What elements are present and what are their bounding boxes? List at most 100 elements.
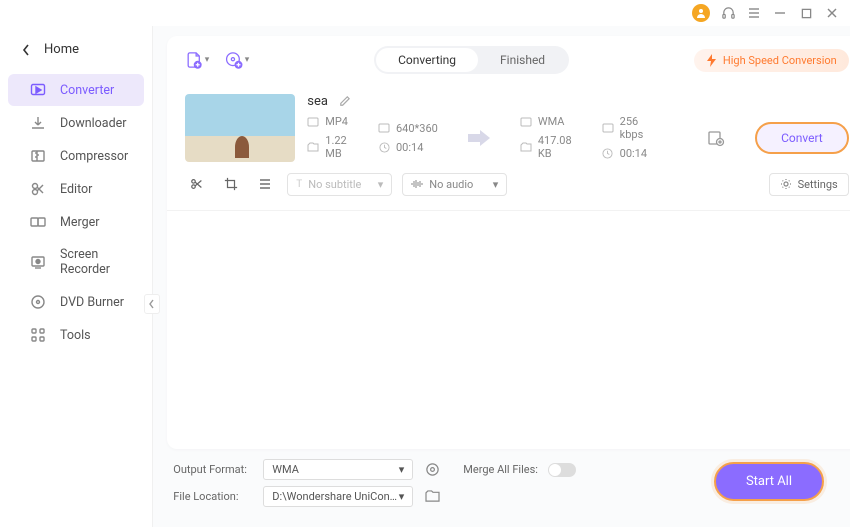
source-duration: 00:14 [396, 141, 423, 154]
compressor-icon [30, 148, 46, 164]
sidebar-item-label: Compressor [60, 149, 128, 164]
maximize-icon[interactable] [798, 5, 814, 21]
merger-icon [30, 214, 46, 230]
subtitle-icon: T [296, 179, 302, 190]
duration-icon [602, 148, 614, 160]
chevron-down-icon: ▾ [245, 55, 250, 65]
home-label: Home [44, 42, 79, 57]
size-icon [520, 141, 532, 153]
main-panel: ▾ ▾ Converting Finished High Speed [153, 26, 850, 527]
video-thumbnail[interactable] [185, 94, 295, 162]
file-card: sea MP4 1.22 MB 640*360 [185, 94, 848, 162]
sidebar-item-dvd-burner[interactable]: DVD Burner [8, 286, 144, 318]
sidebar-item-label: Converter [60, 83, 114, 98]
close-icon[interactable] [824, 5, 840, 21]
open-folder-icon[interactable] [423, 488, 441, 506]
sidebar: Home Converter Downloader Compressor Edi… [0, 26, 153, 527]
toolbar: ▾ ▾ Converting Finished High Speed [167, 36, 850, 84]
sidebar-item-label: DVD Burner [60, 295, 124, 310]
file-location-select[interactable]: D:\Wondershare UniConverter 1 ▾ [263, 486, 413, 507]
file-name: sea [307, 94, 328, 109]
source-format: MP4 [325, 115, 348, 128]
chevron-down-icon: ▾ [493, 178, 499, 191]
menu-icon[interactable] [746, 5, 762, 21]
subtitle-value: No subtitle [308, 178, 361, 191]
start-all-button[interactable]: Start All [714, 462, 824, 501]
chevron-down-icon: ▾ [378, 178, 384, 191]
gear-icon [780, 178, 792, 190]
output-format-value: WMA [272, 463, 299, 476]
sidebar-item-compressor[interactable]: Compressor [8, 140, 144, 172]
output-settings-icon[interactable] [707, 129, 725, 147]
file-list: sea MP4 1.22 MB 640*360 [167, 84, 850, 162]
source-resolution: 640*360 [396, 122, 438, 135]
back-chevron-icon [22, 44, 30, 56]
edit-name-icon[interactable] [338, 95, 351, 108]
file-controls: T No subtitle ▾ No audio ▾ Settings [167, 162, 850, 211]
audio-select[interactable]: No audio ▾ [402, 173, 507, 196]
format-settings-icon[interactable] [423, 461, 441, 479]
audio-value: No audio [429, 178, 473, 191]
add-dvd-button[interactable]: ▾ [225, 48, 249, 72]
editor-icon [30, 181, 46, 197]
target-bitrate: 256 kbps [620, 115, 647, 141]
home-button[interactable]: Home [0, 36, 152, 73]
sidebar-item-converter[interactable]: Converter [8, 74, 144, 106]
add-file-button[interactable]: ▾ [185, 48, 209, 72]
downloader-icon [30, 115, 46, 131]
format-icon [307, 116, 319, 128]
chevron-down-icon: ▾ [399, 463, 405, 476]
settings-button[interactable]: Settings [769, 173, 849, 196]
target-duration: 00:14 [620, 147, 647, 160]
crop-icon[interactable] [219, 172, 243, 196]
user-avatar-icon[interactable] [692, 4, 710, 22]
dvd-burner-icon [30, 294, 46, 310]
sidebar-item-label: Screen Recorder [60, 247, 128, 277]
high-speed-badge[interactable]: High Speed Conversion [694, 49, 849, 72]
target-size: 417.08 KB [538, 134, 572, 160]
bitrate-icon [602, 122, 614, 134]
screen-recorder-icon [30, 254, 46, 270]
subtitle-select[interactable]: T No subtitle ▾ [287, 173, 392, 196]
settings-label: Settings [798, 178, 838, 191]
trim-icon[interactable] [185, 172, 209, 196]
sidebar-item-editor[interactable]: Editor [8, 173, 144, 205]
duration-icon [378, 141, 390, 153]
collapse-sidebar-button[interactable] [144, 294, 160, 314]
sidebar-item-label: Merger [60, 215, 100, 230]
minimize-icon[interactable] [772, 5, 788, 21]
source-size: 1.22 MB [325, 134, 348, 160]
output-format-label: Output Format: [173, 463, 253, 476]
sidebar-item-merger[interactable]: Merger [8, 206, 144, 238]
sidebar-item-label: Tools [60, 328, 91, 343]
arrow-right-icon [468, 130, 490, 146]
tab-finished[interactable]: Finished [478, 48, 567, 72]
sidebar-item-label: Editor [60, 182, 92, 197]
effects-icon[interactable] [253, 172, 277, 196]
sidebar-item-tools[interactable]: Tools [8, 319, 144, 351]
convert-button[interactable]: Convert [755, 122, 849, 154]
merge-label: Merge All Files: [463, 463, 538, 476]
chevron-down-icon: ▾ [205, 55, 210, 65]
sidebar-item-screen-recorder[interactable]: Screen Recorder [8, 239, 144, 285]
titlebar [0, 0, 850, 26]
file-location-value: D:\Wondershare UniConverter 1 [272, 490, 398, 503]
empty-area [167, 211, 850, 449]
sidebar-item-downloader[interactable]: Downloader [8, 107, 144, 139]
tools-icon [30, 327, 46, 343]
file-location-label: File Location: [173, 490, 253, 503]
resolution-icon [378, 122, 390, 134]
sidebar-item-label: Downloader [60, 116, 127, 131]
converter-icon [30, 82, 46, 98]
chevron-down-icon: ▾ [399, 490, 405, 503]
tab-group: Converting Finished [374, 46, 569, 74]
tab-converting[interactable]: Converting [376, 48, 478, 72]
audio-icon [411, 179, 423, 189]
headset-icon[interactable] [720, 5, 736, 21]
format-icon [520, 116, 532, 128]
target-format: WMA [538, 115, 565, 128]
high-speed-label: High Speed Conversion [723, 54, 837, 67]
merge-toggle[interactable] [548, 463, 576, 477]
output-format-select[interactable]: WMA ▾ [263, 459, 413, 480]
lightning-icon [706, 54, 717, 67]
